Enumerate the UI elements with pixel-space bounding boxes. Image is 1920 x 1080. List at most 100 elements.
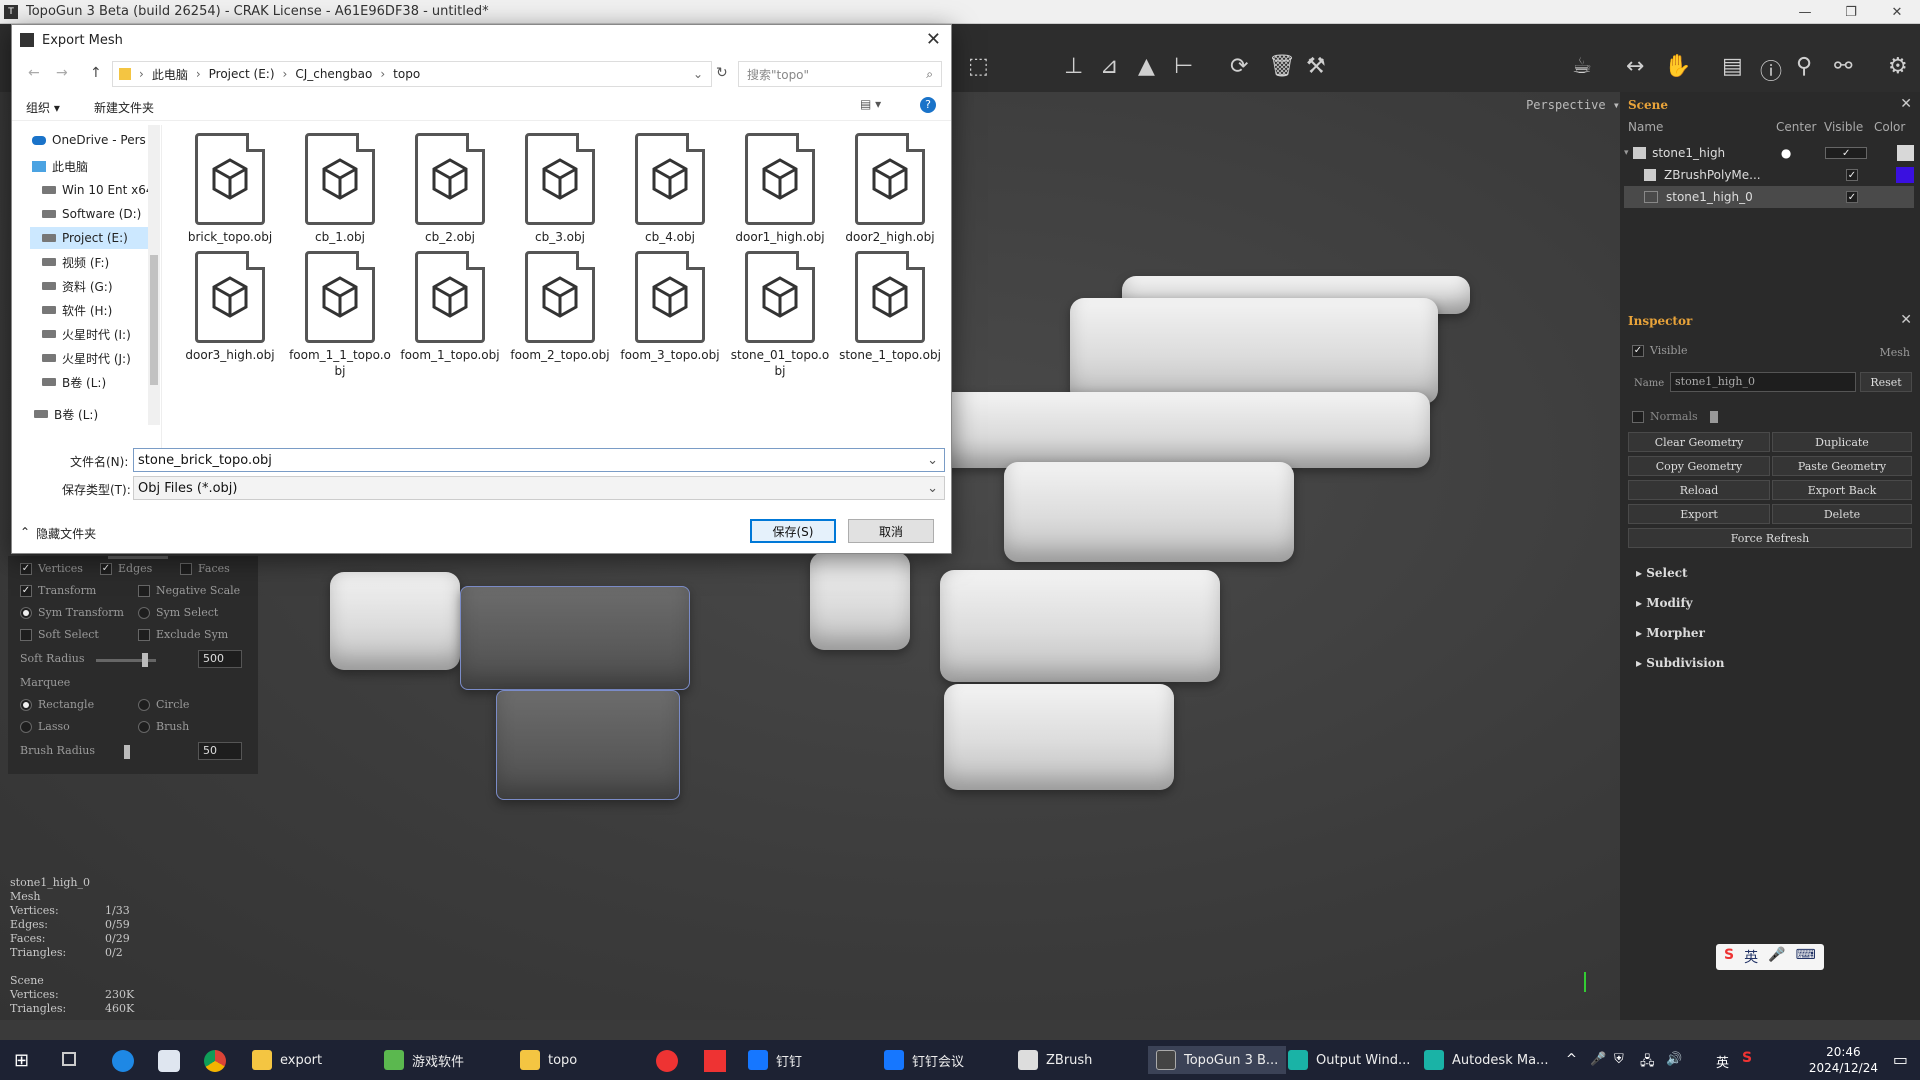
new-folder-button[interactable]: 新建文件夹 [94, 99, 154, 116]
obj-file[interactable]: foom_2_topo.obj [508, 251, 612, 363]
taskbar-item[interactable]: topo [520, 1046, 577, 1074]
camera-mode-label[interactable]: Perspective ▾ [1526, 98, 1620, 112]
exclude-sym-checkbox[interactable] [138, 628, 150, 641]
nav-item-drive-selected[interactable]: Project (E:) [30, 227, 158, 249]
teapot-icon[interactable]: ☕ [1572, 54, 1592, 79]
normals-checkbox[interactable] [1632, 410, 1644, 423]
obj-file[interactable]: cb_4.obj [618, 133, 722, 245]
obj-file[interactable]: door2_high.obj [838, 133, 942, 245]
nav-item-drive[interactable]: B卷 (L:) [34, 403, 98, 425]
mesh-name-input[interactable]: stone1_high_0 [1670, 372, 1856, 392]
circle-radio[interactable] [138, 698, 150, 711]
stone-mesh[interactable] [810, 552, 910, 650]
soft-select-checkbox[interactable] [20, 628, 32, 641]
select-section[interactable]: ▸ Select [1636, 566, 1688, 580]
dialog-close-button[interactable]: ✕ [926, 29, 941, 50]
cancel-button[interactable]: 取消 [848, 519, 934, 543]
network-icon[interactable]: 🖧 [1640, 1052, 1655, 1074]
breadcrumb-topo[interactable]: topo [393, 67, 420, 81]
nav-item-drive[interactable]: 火星时代 (I:) [42, 323, 131, 345]
save-button[interactable]: 保存(S) [750, 519, 836, 543]
duplicate-button[interactable]: Duplicate [1772, 432, 1912, 452]
delete-icon[interactable]: 🗑 [1268, 54, 1296, 79]
copy-geometry-button[interactable]: Copy Geometry [1628, 456, 1770, 476]
hide-folders-toggle[interactable]: ⌃ 隐藏文件夹 [20, 525, 96, 542]
chrome-icon[interactable] [204, 1050, 226, 1072]
brush-radio[interactable] [138, 720, 150, 733]
nav-item-drive[interactable]: Software (D:) [42, 203, 141, 225]
notification-icon[interactable]: ▭ [1893, 1050, 1908, 1069]
up-arrow-icon[interactable]: ↑ [90, 65, 102, 81]
taskbar-item[interactable]: 游戏软件 [384, 1046, 464, 1074]
app-icon[interactable] [656, 1050, 678, 1072]
system-clock[interactable]: 20:46 2024/12/24 [1809, 1044, 1878, 1076]
force-refresh-button[interactable]: Force Refresh [1628, 528, 1912, 548]
obj-file[interactable]: brick_topo.obj [178, 133, 282, 245]
obj-file[interactable]: foom_1_topo.obj [398, 251, 502, 363]
edge-icon[interactable] [112, 1050, 134, 1072]
obj-file[interactable]: stone_1_topo.obj [838, 251, 942, 363]
color-swatch[interactable] [1897, 145, 1915, 161]
obj-file[interactable]: door3_high.obj [178, 251, 282, 363]
sogou-tray-icon[interactable]: S [1742, 1050, 1752, 1066]
sym-transform-radio[interactable] [20, 606, 32, 619]
visible-checkbox[interactable]: ✓ [1846, 169, 1858, 181]
info-icon[interactable]: ⓘ [1760, 54, 1782, 86]
stone-mesh[interactable] [944, 684, 1174, 790]
keyboard-icon[interactable]: ⌨ [1796, 947, 1816, 967]
clear-geometry-button[interactable]: Clear Geometry [1628, 432, 1770, 452]
tray-chevron-icon[interactable]: ^ [1566, 1052, 1577, 1067]
task-view-icon[interactable] [62, 1052, 76, 1066]
delete-button[interactable]: Delete [1772, 504, 1912, 524]
tool-options-icon[interactable]: ⚒ [1306, 54, 1326, 79]
create-tool-icon[interactable]: ⊥ [1064, 54, 1083, 79]
wps-icon[interactable] [704, 1050, 726, 1072]
selected-stone-mesh[interactable] [496, 690, 680, 800]
stone-mesh[interactable] [930, 392, 1430, 468]
expand-arrow-icon[interactable]: ▾ [1624, 148, 1633, 158]
rotate-icon[interactable]: ⟳ [1230, 54, 1248, 79]
select-tool-icon[interactable]: ⬚ [968, 54, 989, 79]
normals-slider-handle[interactable] [1709, 410, 1718, 423]
stone-mesh[interactable] [330, 572, 460, 670]
nav-item-this-pc[interactable]: 此电脑 [32, 155, 88, 177]
filetype-select[interactable]: Obj Files (*.obj) ⌄ [133, 476, 945, 500]
bridge-tool-icon[interactable]: ⊿ [1100, 54, 1118, 79]
soft-radius-input[interactable]: 500 [198, 650, 242, 668]
vertices-checkbox[interactable]: ✓ [20, 562, 32, 575]
chevron-down-icon[interactable]: ⌄ [927, 481, 938, 496]
reload-button[interactable]: Reload [1628, 480, 1770, 500]
sogou-icon[interactable]: S [1724, 947, 1734, 967]
breadcrumb-cj-chengbao[interactable]: CJ_chengbao [295, 67, 372, 81]
filename-input[interactable]: stone_brick_topo.obj ⌄ [133, 448, 945, 472]
layers-icon[interactable]: ▤ [1722, 54, 1743, 79]
taskbar-item[interactable]: export [252, 1046, 322, 1074]
visible-checkbox[interactable]: ✓ [1846, 191, 1858, 203]
minimize-button[interactable]: — [1782, 0, 1828, 24]
ime-indicator[interactable]: 英 [1716, 1052, 1729, 1071]
soft-radius-slider-handle[interactable] [142, 653, 148, 667]
brush-radius-slider[interactable] [108, 556, 168, 559]
volume-icon[interactable]: 🔊 [1666, 1052, 1682, 1067]
nav-item-drive[interactable]: 资料 (G:) [42, 275, 113, 297]
stone-mesh[interactable] [1004, 462, 1294, 562]
tubes-tool-icon[interactable]: ⊢ [1174, 54, 1193, 79]
ime-lang[interactable]: 英 [1744, 947, 1758, 967]
pan-icon[interactable]: ↔ [1626, 54, 1644, 79]
inspector-visible-checkbox[interactable]: ✓ [1632, 344, 1644, 357]
chevron-down-icon[interactable]: ⌄ [693, 67, 703, 81]
maximize-button[interactable]: ❐ [1828, 0, 1874, 24]
subdivision-section[interactable]: ▸ Subdivision [1636, 656, 1725, 670]
close-window-button[interactable]: ✕ [1874, 0, 1920, 24]
taskbar-item[interactable]: 钉钉会议 [884, 1046, 964, 1074]
rectangle-radio[interactable] [20, 698, 32, 711]
obj-file[interactable]: cb_1.obj [288, 133, 392, 245]
obj-file[interactable]: cb_2.obj [398, 133, 502, 245]
morpher-section[interactable]: ▸ Morpher [1636, 626, 1705, 640]
nav-scrollbar[interactable] [148, 125, 160, 425]
selected-stone-mesh[interactable] [460, 586, 690, 690]
taskbar-item[interactable]: Autodesk Ma... [1424, 1046, 1548, 1074]
center-radio-icon[interactable]: ● [1781, 146, 1825, 160]
chevron-down-icon[interactable]: ⌄ [927, 453, 938, 468]
view-options-icon[interactable]: ▤ ▾ [860, 97, 881, 111]
